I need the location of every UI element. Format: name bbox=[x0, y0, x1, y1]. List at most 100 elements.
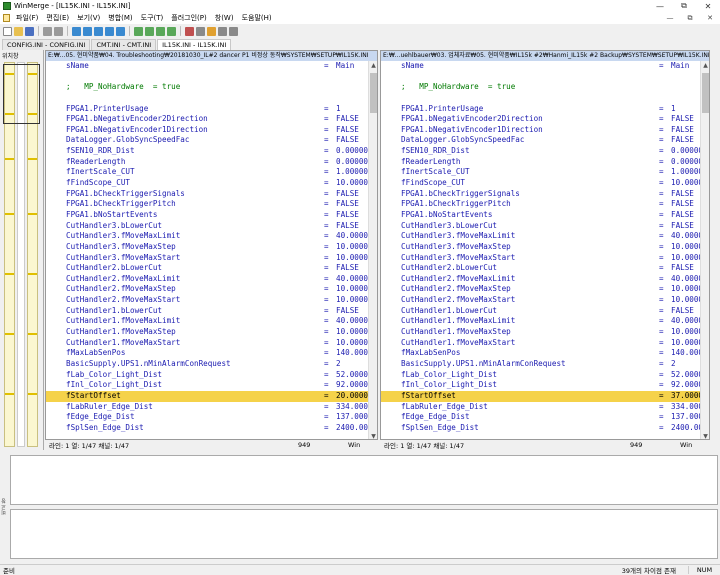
text-line[interactable]: ; MP_NoHardware = true bbox=[381, 82, 709, 93]
scroll-up-icon[interactable]: ▲ bbox=[369, 61, 377, 70]
left-text-lines[interactable]: sName = Main ; MP_NoHardware = true FPGA1.Pr… bbox=[46, 61, 377, 433]
document-icon[interactable] bbox=[3, 14, 10, 22]
options-icon[interactable] bbox=[196, 26, 205, 36]
text-line[interactable]: CutHandler3.fMoveMaxLimit = 40.00000 bbox=[381, 231, 709, 242]
text-line[interactable]: fFindScope_CUT = 10.00000 bbox=[381, 178, 709, 189]
text-line[interactable]: ; MP_NoHardware = true bbox=[46, 82, 377, 93]
text-line[interactable]: fInl_Color_Light_Dist = 92.00000 bbox=[381, 380, 709, 391]
text-line[interactable]: fReaderLength = 0.000000 bbox=[46, 157, 377, 168]
scroll-thumb[interactable] bbox=[702, 73, 709, 113]
text-line[interactable] bbox=[46, 93, 377, 104]
text-line[interactable]: FPGA1.bNoStartEvents = FALSE bbox=[46, 210, 377, 221]
text-line[interactable] bbox=[381, 72, 709, 83]
text-line[interactable]: fSEN10_RDR_Dist = 0.000000 bbox=[381, 146, 709, 157]
tab-cmt-ini[interactable]: CMT.INI - CMT.INI bbox=[91, 39, 157, 50]
text-line[interactable]: fInl_Color_Light_Dist = 92.00000 bbox=[46, 380, 377, 391]
diff-line[interactable]: fStartOffset = 20.00000 bbox=[46, 390, 377, 402]
next-diff-icon[interactable] bbox=[72, 26, 81, 36]
text-line[interactable]: sName = Main bbox=[46, 61, 377, 72]
close-button[interactable]: ✕ bbox=[696, 2, 720, 11]
text-line[interactable]: CutHandler1.bLowerCut = FALSE bbox=[46, 306, 377, 317]
help-icon[interactable] bbox=[229, 26, 238, 36]
compare-icon[interactable] bbox=[218, 26, 227, 36]
text-line[interactable]: fLab_Color_Light_Dist = 52.00000 bbox=[46, 370, 377, 381]
undo-icon[interactable] bbox=[43, 26, 52, 36]
diff-detail-left[interactable] bbox=[10, 455, 718, 505]
last-diff-icon[interactable] bbox=[116, 26, 125, 36]
text-line[interactable]: FPGA1.bCheckTriggerPitch = FALSE bbox=[381, 199, 709, 210]
first-diff-icon[interactable] bbox=[94, 26, 103, 36]
text-line[interactable]: CutHandler1.bLowerCut = FALSE bbox=[381, 306, 709, 317]
child-restore-button[interactable]: ⧉ bbox=[680, 14, 700, 23]
location-pane[interactable]: 위치창 bbox=[0, 50, 44, 450]
outer-vertical-scrollbar[interactable] bbox=[711, 50, 720, 440]
text-line[interactable]: BasicSupply.UPS1.nMinAlarmConRequest = 2 bbox=[381, 359, 709, 370]
child-minimize-button[interactable]: — bbox=[660, 14, 680, 23]
text-line[interactable]: fLab_Color_Light_Dist = 52.00000 bbox=[381, 370, 709, 381]
menu-file[interactable]: 파일(F) bbox=[12, 13, 42, 23]
prev-diff-icon[interactable] bbox=[83, 26, 92, 36]
menu-plugins[interactable]: 플러그인(P) bbox=[167, 13, 210, 23]
diff-detail-right[interactable] bbox=[10, 509, 718, 559]
save-icon[interactable] bbox=[25, 26, 34, 36]
tab-config-ini[interactable]: CONFIG.INI - CONFIG.INI bbox=[2, 39, 91, 50]
menu-merge[interactable]: 병합(M) bbox=[104, 13, 136, 23]
text-line[interactable]: sName = Main bbox=[381, 61, 709, 72]
refresh-icon[interactable] bbox=[207, 26, 216, 36]
text-line[interactable]: CutHandler2.fMoveMaxStart = 10.00000 bbox=[46, 295, 377, 306]
left-file-pane[interactable]: E:₩...05. 현미약품₩04. Troubleshooting₩20181… bbox=[45, 50, 378, 440]
text-line[interactable]: fEdge_Edge_Dist = 137.0000 bbox=[46, 412, 377, 423]
copy-all-left-icon[interactable] bbox=[167, 26, 176, 36]
text-line[interactable]: CutHandler1.fMoveMaxStart = 10.00000 bbox=[46, 338, 377, 349]
text-line[interactable]: FPGA1.bNegativEncoder2Direction = FALSE bbox=[381, 114, 709, 125]
text-line[interactable]: FPGA1.bNegativEncoder1Direction = FALSE bbox=[46, 125, 377, 136]
text-line[interactable]: CutHandler2.fMoveMaxLimit = 40.00000 bbox=[46, 274, 377, 285]
text-line[interactable]: fSplSen_Edge_Dist = 2400.000 bbox=[381, 423, 709, 434]
text-line[interactable]: fLabRuler_Edge_Dist = 334.0000 bbox=[381, 402, 709, 413]
text-line[interactable]: FPGA1.PrinterUsage = 1 bbox=[381, 104, 709, 115]
right-vertical-scrollbar[interactable]: ▲ ▼ bbox=[700, 61, 709, 439]
text-line[interactable]: CutHandler2.fMoveMaxStart = 10.00000 bbox=[381, 295, 709, 306]
text-line[interactable]: FPGA1.bNoStartEvents = FALSE bbox=[381, 210, 709, 221]
copy-right-icon[interactable] bbox=[134, 26, 143, 36]
text-line[interactable]: FPGA1.bNegativEncoder2Direction = FALSE bbox=[46, 114, 377, 125]
menu-edit[interactable]: 편집(E) bbox=[42, 13, 73, 23]
child-close-button[interactable]: ✕ bbox=[700, 14, 720, 23]
left-vertical-scrollbar[interactable]: ▲ ▼ bbox=[368, 61, 377, 439]
scroll-thumb[interactable] bbox=[370, 73, 377, 113]
right-file-pane[interactable]: E:₩...uehlbauer₩03. 업체자료₩05. 현미약품₩IL15k … bbox=[380, 50, 710, 440]
text-line[interactable]: fSEN10_RDR_Dist = 0.000000 bbox=[46, 146, 377, 157]
text-line[interactable]: fEdge_Edge_Dist = 137.0000 bbox=[381, 412, 709, 423]
text-line[interactable]: fReaderLength = 0.000000 bbox=[381, 157, 709, 168]
text-line[interactable]: CutHandler2.fMoveMaxStep = 10.00000 bbox=[381, 284, 709, 295]
text-line[interactable]: FPGA1.bCheckTriggerSignals = FALSE bbox=[381, 189, 709, 200]
scroll-down-icon[interactable]: ▼ bbox=[369, 432, 377, 439]
copy-left-icon[interactable] bbox=[145, 26, 154, 36]
text-line[interactable]: CutHandler3.fMoveMaxStep = 10.00000 bbox=[46, 242, 377, 253]
text-line[interactable]: FPGA1.bNegativEncoder1Direction = FALSE bbox=[381, 125, 709, 136]
text-line[interactable]: CutHandler2.bLowerCut = FALSE bbox=[46, 263, 377, 274]
text-line[interactable]: CutHandler3.fMoveMaxLimit = 40.00000 bbox=[46, 231, 377, 242]
text-line[interactable]: BasicSupply.UPS1.nMinAlarmConRequest = 2 bbox=[46, 359, 377, 370]
text-line[interactable]: CutHandler1.fMoveMaxLimit = 40.00000 bbox=[46, 316, 377, 327]
open-icon[interactable] bbox=[14, 26, 23, 36]
text-line[interactable]: fMaxLabSenPos = 140.0000 bbox=[46, 348, 377, 359]
menu-window[interactable]: 창(W) bbox=[211, 13, 238, 23]
text-line[interactable]: FPGA1.bCheckTriggerPitch = FALSE bbox=[46, 199, 377, 210]
text-line[interactable]: FPGA1.PrinterUsage = 1 bbox=[46, 104, 377, 115]
text-line[interactable]: CutHandler1.fMoveMaxStart = 10.00000 bbox=[381, 338, 709, 349]
text-line[interactable]: fInertScale_CUT = 1.000000 bbox=[381, 167, 709, 178]
text-line[interactable]: CutHandler3.bLowerCut = FALSE bbox=[381, 221, 709, 232]
scroll-up-icon[interactable]: ▲ bbox=[701, 61, 709, 70]
text-line[interactable]: fMaxLabSenPos = 140.0000 bbox=[381, 348, 709, 359]
redo-icon[interactable] bbox=[54, 26, 63, 36]
right-text-lines[interactable]: sName = Main ; MP_NoHardware = true FPGA1.Pr… bbox=[381, 61, 709, 433]
text-line[interactable]: fInertScale_CUT = 1.000000 bbox=[46, 167, 377, 178]
minimize-button[interactable]: — bbox=[648, 2, 672, 11]
text-line[interactable]: fLabRuler_Edge_Dist = 334.0000 bbox=[46, 402, 377, 413]
text-line[interactable]: fSplSen_Edge_Dist = 2400.000 bbox=[46, 423, 377, 434]
text-line[interactable]: CutHandler3.fMoveMaxStart = 10.00000 bbox=[46, 253, 377, 264]
new-icon[interactable] bbox=[3, 26, 12, 36]
menu-tools[interactable]: 도구(T) bbox=[137, 13, 168, 23]
menu-view[interactable]: 보기(V) bbox=[73, 13, 104, 23]
